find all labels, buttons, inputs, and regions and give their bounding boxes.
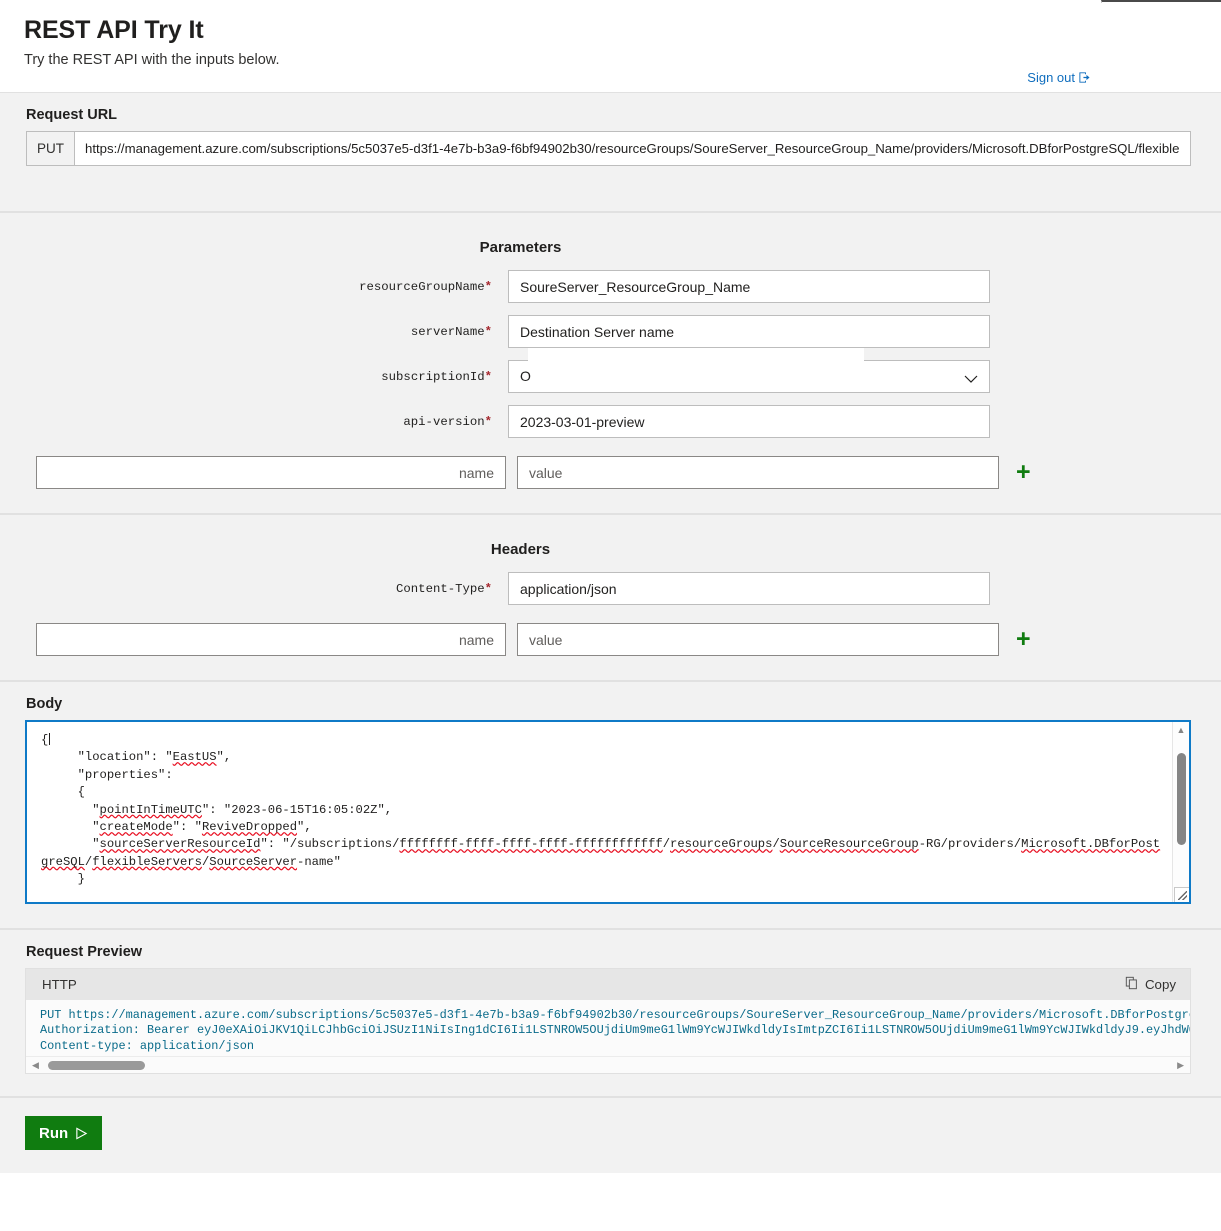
- headers-heading: Headers: [490, 541, 551, 558]
- page-title: REST API Try It: [24, 16, 204, 44]
- body-line-8: }: [41, 872, 85, 887]
- preview-horizontal-scrollbar[interactable]: ◀ ▶: [26, 1056, 1190, 1073]
- run-button-label: Run: [39, 1124, 69, 1142]
- preview-line-3: Content-type: application/json: [40, 1038, 255, 1053]
- play-triangle-icon: [75, 1126, 88, 1140]
- add-parameter-button[interactable]: +: [1016, 460, 1031, 485]
- body-line-1: {: [41, 733, 49, 747]
- request-url-input[interactable]: [74, 131, 1191, 166]
- request-url-row: PUT: [26, 131, 1191, 166]
- parameter-row-server-name: serverName*: [0, 315, 1221, 348]
- request-preview-section: Request Preview HTTP Copy PUT https://ma…: [0, 929, 1221, 1097]
- sign-out-icon: [1078, 70, 1093, 85]
- top-right-panel-edge: [1101, 0, 1221, 3]
- text-caret: [49, 733, 51, 745]
- sign-out-label: Sign out: [1027, 70, 1075, 85]
- parameter-new-name-input[interactable]: [36, 456, 506, 489]
- body-line-2: "location": "EastUS",: [41, 750, 232, 765]
- parameter-add-row: +: [0, 456, 1221, 489]
- copy-button[interactable]: Copy: [1125, 976, 1176, 993]
- header-row-content-type: Content-Type*: [0, 572, 1221, 605]
- parameter-row-api-version: api-version*: [0, 405, 1221, 438]
- header-new-value-input[interactable]: [517, 623, 999, 656]
- parameters-heading: Parameters: [479, 239, 562, 256]
- request-url-label: Request URL: [26, 107, 118, 123]
- sign-out-link[interactable]: Sign out: [1027, 70, 1093, 85]
- body-textarea[interactable]: { "location": "EastUS", "properties": { …: [27, 722, 1172, 902]
- subscription-id-label: subscriptionId*: [381, 369, 492, 384]
- page-header: REST API Try It Try the REST API with th…: [0, 0, 1221, 92]
- run-section: Run: [0, 1097, 1221, 1173]
- request-preview-label: Request Preview: [26, 944, 143, 960]
- preview-scroll-thumb[interactable]: [48, 1061, 145, 1070]
- parameters-section: Parameters resourceGroupName* serverName…: [0, 212, 1221, 514]
- scroll-up-arrow-icon[interactable]: ▲: [1177, 722, 1186, 739]
- body-vertical-scrollbar[interactable]: ▲ ▼: [1172, 722, 1189, 902]
- parameter-row-resource-group-name: resourceGroupName*: [0, 270, 1221, 303]
- http-tab-label: HTTP: [42, 977, 77, 992]
- resource-group-name-label: resourceGroupName*: [359, 279, 492, 294]
- header-new-name-input[interactable]: [36, 623, 506, 656]
- body-line-7: "sourceServerResourceId": "/subscription…: [41, 837, 1161, 869]
- parameter-new-value-input[interactable]: [517, 456, 999, 489]
- run-button[interactable]: Run: [25, 1116, 103, 1150]
- body-section: Body { "location": "EastUS", "properties…: [0, 681, 1221, 929]
- content-type-label: Content-Type*: [396, 581, 492, 596]
- headers-section: Headers Content-Type* +: [0, 514, 1221, 681]
- api-version-label: api-version*: [403, 414, 492, 429]
- textarea-resize-handle[interactable]: [1174, 887, 1189, 902]
- body-line-4: {: [41, 785, 85, 800]
- preview-line-1: PUT https://management.azure.com/subscri…: [40, 1008, 1190, 1022]
- add-header-button[interactable]: +: [1016, 627, 1031, 652]
- server-name-label: serverName*: [410, 324, 492, 339]
- body-line-3: "properties":: [41, 767, 173, 782]
- body-line-5: "pointInTimeUTC": "2023-06-15T16:05:02Z"…: [41, 802, 393, 817]
- copy-icon: [1125, 976, 1139, 993]
- request-preview-header: HTTP Copy: [26, 969, 1190, 1000]
- request-url-section: Request URL PUT: [0, 92, 1221, 212]
- body-line-6: "createMode": "ReviveDropped",: [41, 820, 312, 835]
- try-it-page: REST API Try It Try the REST API with th…: [0, 0, 1221, 1231]
- body-scroll-track[interactable]: [1173, 739, 1190, 885]
- header-add-row: +: [0, 623, 1221, 656]
- scroll-left-arrow-icon[interactable]: ◀: [28, 1060, 43, 1070]
- body-label: Body: [26, 696, 63, 712]
- request-preview-box: HTTP Copy PUT https://management.azure.c…: [25, 968, 1191, 1074]
- resource-group-name-input[interactable]: [508, 270, 990, 303]
- parameter-row-subscription-id: subscriptionId* O: [0, 348, 1221, 393]
- preview-line-2: Authorization: Bearer eyJ0eXAiOiJKV1QiLC…: [40, 1023, 1190, 1038]
- server-name-input[interactable]: [508, 315, 990, 348]
- http-method-badge: PUT: [26, 131, 74, 166]
- api-version-input[interactable]: [508, 405, 990, 438]
- subscription-id-redaction-overlay: [528, 348, 864, 368]
- subscription-id-select-wrap: O: [508, 348, 990, 393]
- body-scroll-thumb[interactable]: [1176, 753, 1186, 845]
- content-type-input[interactable]: [508, 572, 990, 605]
- request-preview-code: PUT https://management.azure.com/subscri…: [26, 1000, 1190, 1056]
- body-textarea-wrap: { "location": "EastUS", "properties": { …: [25, 720, 1191, 904]
- page-subtitle: Try the REST API with the inputs below.: [24, 51, 280, 68]
- scroll-right-arrow-icon[interactable]: ▶: [1173, 1060, 1188, 1070]
- copy-label: Copy: [1144, 977, 1176, 992]
